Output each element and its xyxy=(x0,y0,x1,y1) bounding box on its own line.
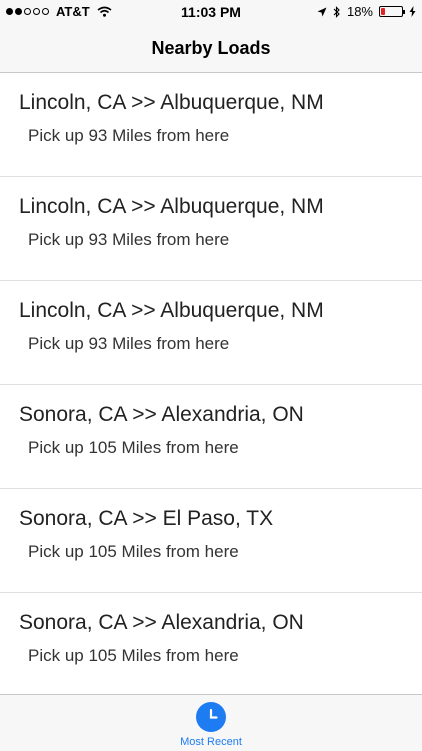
load-route: Lincoln, CA >> Albuquerque, NM xyxy=(19,91,324,114)
load-row[interactable]: Sonora, CA >> Alexandria, ON Pick up 105… xyxy=(0,385,422,489)
load-route: Sonora, CA >> El Paso, TX xyxy=(19,507,274,530)
tab-most-recent[interactable]: Most Recent xyxy=(161,695,261,751)
load-pickup-distance: Pick up 105 Miles from here xyxy=(28,646,239,665)
battery-icon xyxy=(379,6,405,17)
load-row[interactable]: Lincoln, CA >> Albuquerque, NM Pick up 9… xyxy=(0,281,422,385)
load-route: Sonora, CA >> Alexandria, ON xyxy=(19,403,304,426)
battery-percent: 18% xyxy=(346,4,373,19)
load-pickup-distance: Pick up 93 Miles from here xyxy=(28,230,230,249)
navigation-bar: Nearby Loads xyxy=(0,24,422,73)
location-arrow-icon xyxy=(317,7,327,16)
load-row[interactable]: Lincoln, CA >> Albuquerque, NM Pick up 9… xyxy=(0,177,422,281)
load-row[interactable]: Sonora, CA >> Alexandria, ON Pick up 105… xyxy=(0,593,422,697)
loads-list[interactable]: Lincoln, CA >> Albuquerque, NM Pick up 9… xyxy=(0,73,422,697)
load-pickup-distance: Pick up 105 Miles from here xyxy=(28,438,239,457)
load-pickup-distance: Pick up 105 Miles from here xyxy=(28,542,239,561)
clock-icon xyxy=(196,702,226,732)
load-pickup-distance: Pick up 93 Miles from here xyxy=(28,126,230,145)
tab-bar: Most Recent xyxy=(0,694,422,751)
load-row[interactable]: Lincoln, CA >> Albuquerque, NM Pick up 9… xyxy=(0,73,422,177)
load-pickup-distance: Pick up 93 Miles from here xyxy=(28,334,230,353)
load-route: Sonora, CA >> Alexandria, ON xyxy=(19,611,304,634)
status-bar: AT&T 11:03 PM 18% xyxy=(0,0,422,24)
load-row[interactable]: Sonora, CA >> El Paso, TX Pick up 105 Mi… xyxy=(0,489,422,593)
load-route: Lincoln, CA >> Albuquerque, NM xyxy=(19,299,324,322)
bluetooth-icon xyxy=(333,5,340,18)
tab-label: Most Recent xyxy=(180,736,242,748)
load-route: Lincoln, CA >> Albuquerque, NM xyxy=(19,195,324,218)
page-title: Nearby Loads xyxy=(151,37,271,58)
charging-bolt-icon xyxy=(409,6,416,17)
